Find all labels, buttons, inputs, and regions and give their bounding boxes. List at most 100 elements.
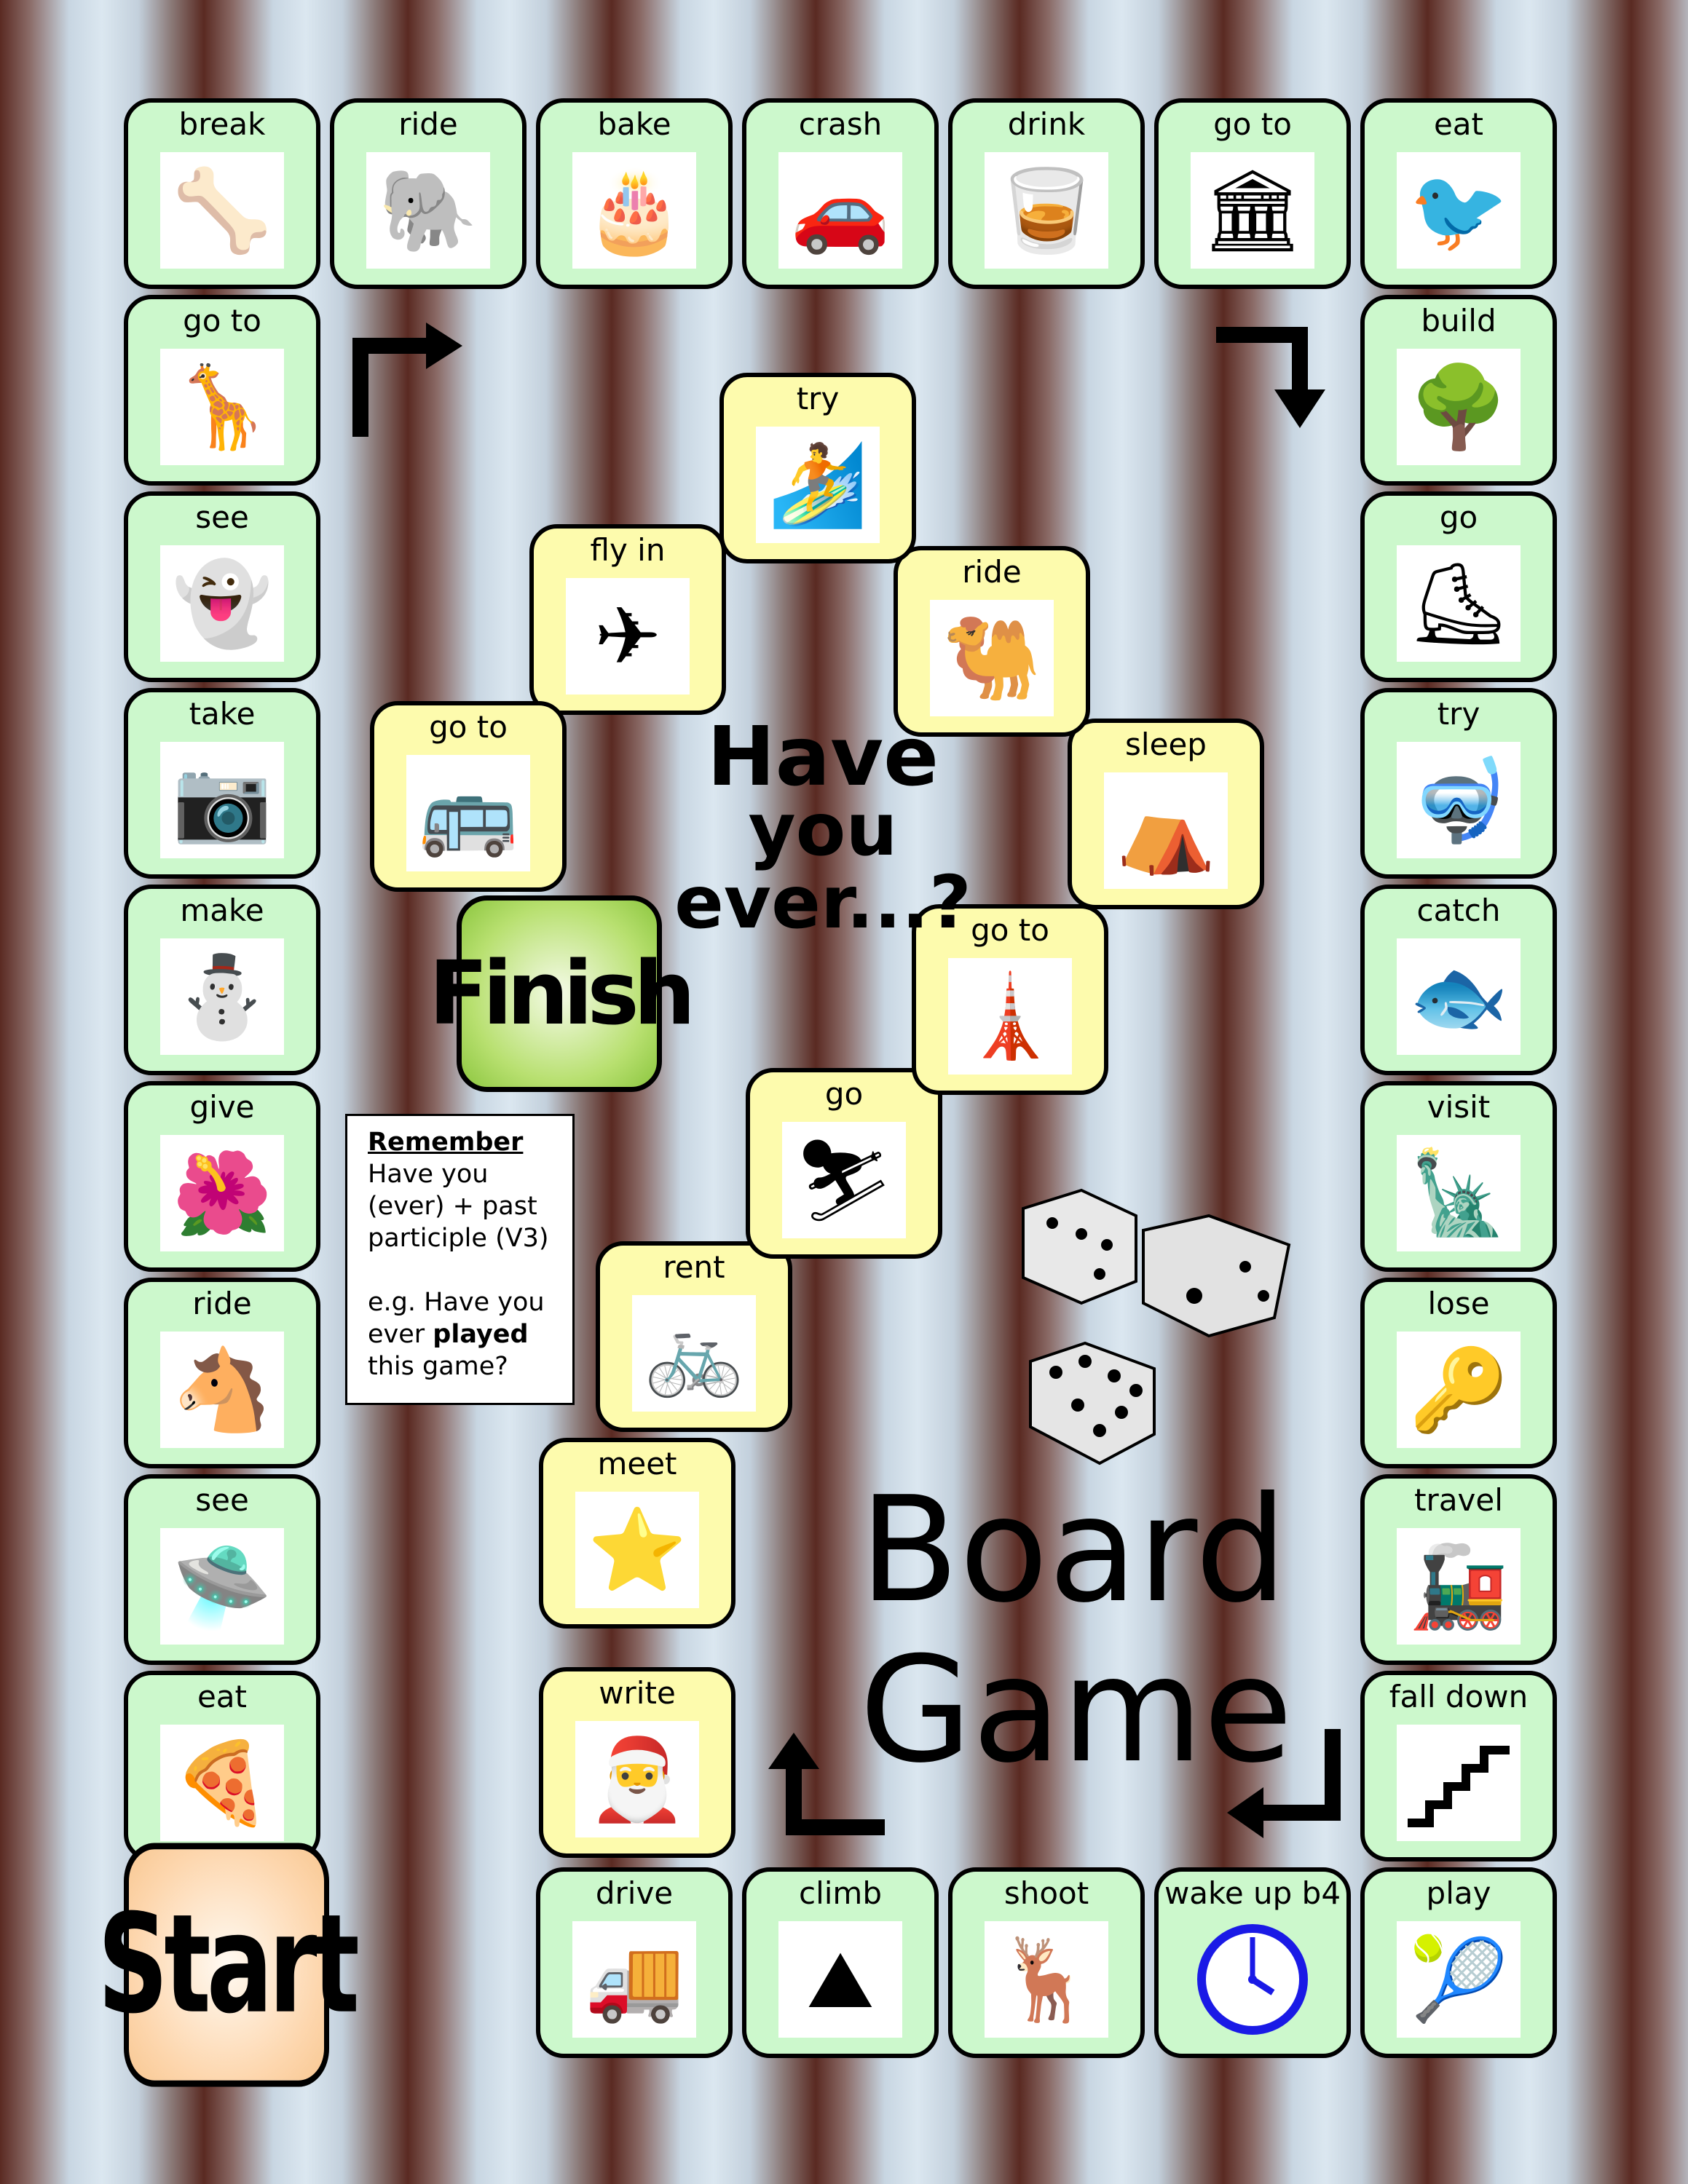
board-square-go-to-colosseum[interactable]: go to 🏛 — [1154, 98, 1351, 289]
board-square-fall-down-stairs[interactable]: fall down — [1360, 1671, 1557, 1861]
board-square-wake-up-b4[interactable]: wake up b4 — [1154, 1867, 1351, 2058]
square-label: lose — [1427, 1286, 1490, 1321]
truck-icon: 🚚 — [572, 1921, 696, 2038]
board-square-try-diving[interactable]: try 🤿 — [1360, 688, 1557, 879]
board-square-climb-mountain[interactable]: climb ⛰ — [742, 1867, 939, 2058]
title-game: Game — [859, 1626, 1293, 1795]
stairs-icon — [1397, 1725, 1521, 1841]
board-square-take-camera[interactable]: take 📷 — [124, 688, 320, 879]
square-label: take — [189, 696, 256, 732]
fish-icon: 🐟 — [1397, 938, 1521, 1055]
board-square-rent-bicycle[interactable]: rent 🚲 — [596, 1241, 792, 1432]
board-square-give-flowers[interactable]: give 🌺 — [124, 1081, 320, 1272]
windsurfing-icon: 🏄 — [756, 427, 880, 543]
deer-icon: 🦌 — [985, 1921, 1108, 2038]
square-label: give — [189, 1089, 255, 1125]
train-icon: 🚂 — [1397, 1528, 1521, 1645]
remember-heading: Remember — [368, 1128, 524, 1157]
london-bus-icon: 🚌 — [406, 755, 530, 871]
arrow-up-right-icon — [352, 323, 462, 437]
square-label: drink — [1007, 106, 1086, 142]
statue-of-liberty-icon: 🗽 — [1397, 1135, 1521, 1251]
remember-box: Remember Have you (ever) + past particip… — [345, 1114, 575, 1405]
skiing-icon: ⛷ — [782, 1122, 906, 1238]
board-square-fly-in-airplane[interactable]: fly in ✈ — [529, 524, 726, 715]
zoo-animals-icon: 🦒 — [160, 349, 284, 465]
board-square-sleep-tent[interactable]: sleep ⛺ — [1068, 719, 1264, 909]
board-square-go-to-london[interactable]: go to 🚌 — [370, 701, 567, 892]
eiffel-tower-icon: 🗼 — [948, 958, 1072, 1075]
board-square-build-treehouse[interactable]: build 🌳 — [1360, 295, 1557, 486]
square-label: sleep — [1125, 727, 1207, 762]
square-label: crash — [798, 106, 883, 142]
square-label: break — [178, 106, 266, 142]
square-label: see — [195, 1482, 249, 1518]
die — [1022, 1188, 1137, 1305]
title-you-ever: you ever...? — [674, 787, 971, 945]
board-square-meet-star[interactable]: meet ⭐ — [539, 1438, 735, 1629]
board-square-go-skiing[interactable]: go ⛷ — [746, 1068, 942, 1259]
board-square-shoot-deer[interactable]: shoot 🦌 — [948, 1867, 1145, 2058]
board-square-travel-train[interactable]: travel 🚂 — [1360, 1474, 1557, 1665]
board-square-eat-pizza[interactable]: eat 🍕 — [124, 1671, 320, 1861]
snowman-icon: ⛄ — [160, 938, 284, 1055]
scuba-diving-icon: 🤿 — [1397, 742, 1521, 858]
square-label: ride — [192, 1286, 252, 1321]
board-square-make-snowman[interactable]: make ⛄ — [124, 885, 320, 1075]
board-square-see-ufo[interactable]: see 🛸 — [124, 1474, 320, 1665]
board-square-visit-liberty[interactable]: visit 🗽 — [1360, 1081, 1557, 1272]
square-label: visit — [1427, 1089, 1491, 1125]
board-square-ride-camel[interactable]: ride 🐫 — [894, 546, 1090, 737]
colosseum-icon: 🏛 — [1191, 152, 1314, 269]
example-line: e.g. Have you — [368, 1288, 545, 1317]
square-label: go to — [183, 303, 261, 339]
board-square-drink[interactable]: drink 🥃 — [948, 98, 1145, 289]
start-square[interactable]: Start — [98, 1843, 360, 2087]
pizza-icon: 🍕 — [160, 1725, 284, 1841]
board-square-write-santa[interactable]: write 🎅 — [539, 1667, 735, 1858]
board-square-eat-ostrich[interactable]: eat 🐦 — [1360, 98, 1557, 289]
square-label: bake — [597, 106, 671, 142]
board-square-catch-fish[interactable]: catch 🐟 — [1360, 885, 1557, 1075]
square-label: build — [1421, 303, 1496, 339]
camera-icon: 📷 — [160, 742, 284, 858]
square-label: try — [796, 381, 840, 416]
square-label: go — [1439, 499, 1478, 535]
board-square-go-to-zoo[interactable]: go to 🦒 — [124, 295, 320, 486]
board-square-crash-car[interactable]: crash 🚗 — [742, 98, 939, 289]
ostrich-icon: 🐦 — [1397, 152, 1521, 269]
board-square-lose-keys[interactable]: lose 🔑 — [1360, 1278, 1557, 1468]
ghost-icon: 👻 — [160, 545, 284, 662]
square-label: drive — [595, 1875, 674, 1911]
dice-icon — [1022, 1188, 1291, 1465]
example-line: this game? — [368, 1352, 508, 1381]
whisky-glass-icon: 🥃 — [985, 152, 1108, 269]
board-square-bake-cake[interactable]: bake 🎂 — [536, 98, 733, 289]
horse-icon: 🐴 — [160, 1332, 284, 1448]
board-square-drive-truck[interactable]: drive 🚚 — [536, 1867, 733, 2058]
ufo-alien-icon: 🛸 — [160, 1528, 284, 1645]
elephant-icon: 🐘 — [366, 152, 490, 269]
title-board: Board — [859, 1465, 1287, 1635]
board-square-see-ghost[interactable]: see 👻 — [124, 491, 320, 682]
square-label: see — [195, 499, 249, 535]
rule-line: (ever) + past — [368, 1192, 537, 1221]
board-square-try-windsurfing[interactable]: try 🏄 — [719, 373, 916, 563]
square-label: play — [1426, 1875, 1491, 1911]
rule-line: participle (V3) — [368, 1224, 549, 1253]
board-square-ride-horse[interactable]: ride 🐴 — [124, 1278, 320, 1468]
board-square-go-roller-skating[interactable]: go ⛸ — [1360, 491, 1557, 682]
board-square-play-tennis[interactable]: play 🎾 — [1360, 1867, 1557, 2058]
roller-skating-icon: ⛸ — [1397, 545, 1521, 662]
board-square-break-bone[interactable]: break 🦴 — [124, 98, 320, 289]
board-square-ride-elephant[interactable]: ride 🐘 — [330, 98, 526, 289]
square-label: shoot — [1003, 1875, 1089, 1911]
santa-icon: 🎅 — [575, 1721, 699, 1837]
clock-icon — [1191, 1921, 1314, 2038]
square-label: go to — [1213, 106, 1292, 142]
square-label: fly in — [590, 532, 666, 568]
airplane-icon: ✈ — [566, 578, 690, 695]
square-label: ride — [398, 106, 458, 142]
example-text: ever — [368, 1320, 433, 1349]
square-label: eat — [1433, 106, 1484, 142]
